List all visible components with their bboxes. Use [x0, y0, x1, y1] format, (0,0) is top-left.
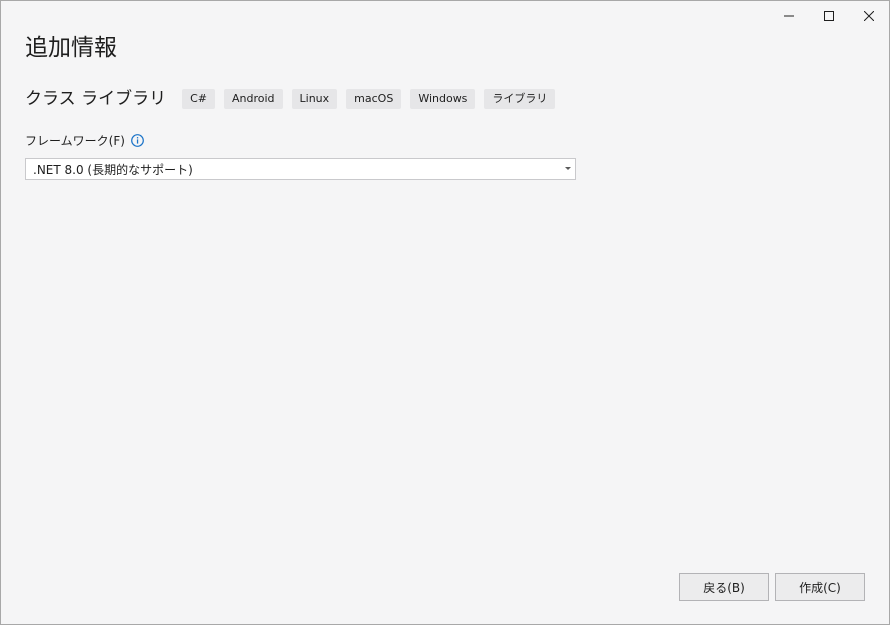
create-button[interactable]: 作成(C) [775, 573, 865, 601]
titlebar-controls [769, 1, 889, 31]
back-button[interactable]: 戻る(B) [679, 573, 769, 601]
framework-label-row: フレームワーク(F) [25, 131, 145, 149]
framework-label: フレームワーク(F) [25, 133, 125, 148]
maximize-icon [824, 11, 834, 21]
tag-library: ライブラリ [484, 89, 556, 109]
tag-android: Android [223, 89, 283, 109]
minimize-button[interactable] [769, 1, 809, 31]
framework-selected-value: .NET 8.0 (長期的なサポート) [33, 162, 193, 177]
info-icon[interactable] [131, 133, 145, 147]
tag-csharp: C# [182, 89, 215, 109]
close-icon [864, 11, 874, 21]
framework-dropdown[interactable]: .NET 8.0 (長期的なサポート) [25, 158, 576, 180]
template-name: クラス ライブラリ [25, 89, 167, 109]
minimize-icon [784, 15, 794, 17]
close-button[interactable] [849, 1, 889, 31]
maximize-button[interactable] [809, 1, 849, 31]
tag-macos: macOS [346, 89, 402, 109]
tag-windows: Windows [410, 89, 476, 109]
chevron-down-icon [565, 167, 571, 170]
page-title: 追加情報 [25, 35, 117, 61]
template-header: クラス ライブラリ C# Android Linux macOS Windows… [25, 87, 564, 111]
tag-linux: Linux [291, 89, 338, 109]
dialog-window: 追加情報 クラス ライブラリ C# Android Linux macOS Wi… [0, 0, 890, 625]
